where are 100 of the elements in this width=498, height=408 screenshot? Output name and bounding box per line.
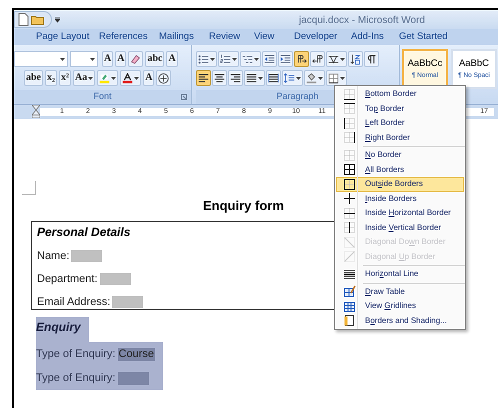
menu-item[interactable]: Borders and Shading... — [336, 314, 464, 328]
ribbon-button[interactable]: abc — [145, 51, 164, 67]
highlighter-icon — [99, 72, 110, 84]
caret-icon — [134, 76, 140, 80]
ribbon-button[interactable] — [218, 51, 239, 67]
menu-item[interactable]: View Gridlines — [336, 299, 464, 314]
ribbon-button[interactable] — [196, 51, 217, 67]
menu-item[interactable]: Horizontal Line — [336, 267, 464, 282]
field-label: Type of Enquiry: — [36, 346, 116, 362]
ribbon-button[interactable] — [266, 70, 281, 86]
increase-indent-icon — [280, 54, 291, 64]
top-border-icon — [343, 102, 356, 116]
bottom-border-icon — [343, 88, 356, 101]
group-label: Paragraph — [276, 90, 319, 104]
ribbon-button[interactable] — [196, 70, 211, 86]
menu-item[interactable]: Inside Horizontal Border — [336, 206, 464, 220]
form-field[interactable] — [71, 250, 102, 262]
ribbon-button[interactable] — [244, 70, 265, 86]
ribbon-button[interactable]: x₂ — [45, 70, 57, 86]
sort-icon — [350, 54, 361, 64]
form-field[interactable] — [112, 296, 144, 308]
font-name-field[interactable] — [14, 51, 68, 67]
menu-item[interactable]: Left Border — [336, 116, 464, 130]
caret-icon — [90, 58, 95, 60]
right-border-icon — [343, 131, 356, 144]
asian-layout-icon — [328, 54, 339, 64]
field-label: Email Address: — [37, 294, 110, 310]
menu-item[interactable]: No Border — [336, 148, 464, 162]
ribbon-button[interactable] — [212, 70, 227, 86]
pilcrow-icon — [366, 54, 377, 64]
section-heading: Enquiry — [36, 317, 89, 342]
caret-icon — [340, 76, 345, 80]
ribbon-button[interactable] — [304, 70, 325, 86]
ribbon-button[interactable]: A — [143, 70, 154, 86]
ribbon-button[interactable] — [348, 51, 363, 67]
document-icon — [18, 13, 29, 26]
diagonal-down-border-icon — [343, 236, 356, 249]
ribbon-button[interactable] — [156, 70, 172, 86]
ribbon-button[interactable]: x² — [59, 70, 71, 86]
ribbon-button[interactable]: A — [166, 51, 178, 67]
ribbon-tab[interactable]: Review — [209, 30, 254, 44]
indent-marker-icon — [32, 105, 40, 118]
ribbon-button[interactable] — [310, 51, 325, 67]
distributed-icon — [268, 72, 279, 84]
menu-item[interactable]: Top Border — [336, 102, 464, 116]
ribbon-button[interactable] — [120, 70, 142, 86]
caret-icon — [340, 58, 345, 60]
folder-icon — [31, 14, 45, 25]
section-heading: Personal Details — [37, 224, 130, 241]
ribbon-tab[interactable]: Get Started — [399, 30, 463, 44]
field-label: Department: — [37, 272, 98, 287]
enclosed-character-icon — [158, 72, 170, 84]
left-border-icon — [343, 116, 356, 130]
decrease-indent-icon — [264, 54, 275, 64]
menu-item[interactable]: Outside Borders — [336, 177, 464, 192]
form-field[interactable]: Course — [118, 348, 155, 360]
ribbon-button[interactable] — [240, 51, 261, 67]
ribbon-button[interactable] — [228, 70, 243, 86]
ribbon-button[interactable]: A — [115, 51, 126, 67]
ribbon-tab[interactable]: Mailings — [159, 30, 209, 44]
multilevel-list-icon — [242, 54, 253, 64]
ribbon-tab[interactable]: Developer — [294, 30, 351, 44]
ribbon-button[interactable] — [278, 51, 293, 67]
numbering-icon — [220, 54, 231, 64]
menu-item[interactable]: Draw Table — [336, 284, 464, 299]
all-borders-icon — [343, 163, 356, 176]
ribbon-tab[interactable]: Add-Ins — [351, 30, 399, 44]
gridlines-icon — [343, 300, 356, 313]
ribbon-button[interactable]: A — [102, 51, 114, 67]
shading-icon — [306, 72, 317, 84]
ribbon-button[interactable] — [262, 51, 277, 67]
field-label: Type of Enquiry: — [36, 370, 116, 386]
caret-icon — [111, 76, 116, 80]
menu-item[interactable]: All Borders — [336, 162, 464, 177]
style-sample: AaBbC — [458, 57, 490, 71]
group-label: Font — [93, 90, 112, 104]
form-field[interactable] — [100, 273, 131, 285]
menu-item[interactable]: Inside Vertical Border — [336, 220, 464, 235]
left-to-right-icon — [296, 54, 307, 64]
ribbon-tab[interactable]: Page Layout — [36, 30, 99, 44]
document-title: Enquiry form — [203, 197, 284, 215]
ribbon-button[interactable] — [364, 51, 379, 67]
menu-item[interactable]: Right Border — [336, 130, 464, 145]
bullets-icon — [198, 54, 209, 64]
menu-item[interactable]: Inside Borders — [336, 192, 464, 206]
ribbon-button[interactable]: abe — [24, 70, 43, 86]
ribbon-button[interactable] — [326, 51, 347, 67]
font-size-field[interactable] — [70, 51, 98, 67]
ribbon-button[interactable] — [326, 70, 347, 86]
ribbon-tab[interactable]: References — [99, 30, 159, 44]
borders-icon — [328, 72, 339, 84]
ribbon-button[interactable]: Aa — [73, 70, 96, 86]
menu-item[interactable]: Bottom Border — [336, 87, 464, 102]
borders-shading-icon — [343, 314, 356, 328]
caret-icon — [254, 58, 259, 60]
align-center-icon — [214, 72, 225, 84]
ribbon-tab[interactable]: View — [254, 30, 294, 44]
ribbon-button[interactable] — [294, 51, 309, 67]
font-color-icon — [122, 72, 134, 84]
form-field[interactable] — [118, 372, 148, 384]
